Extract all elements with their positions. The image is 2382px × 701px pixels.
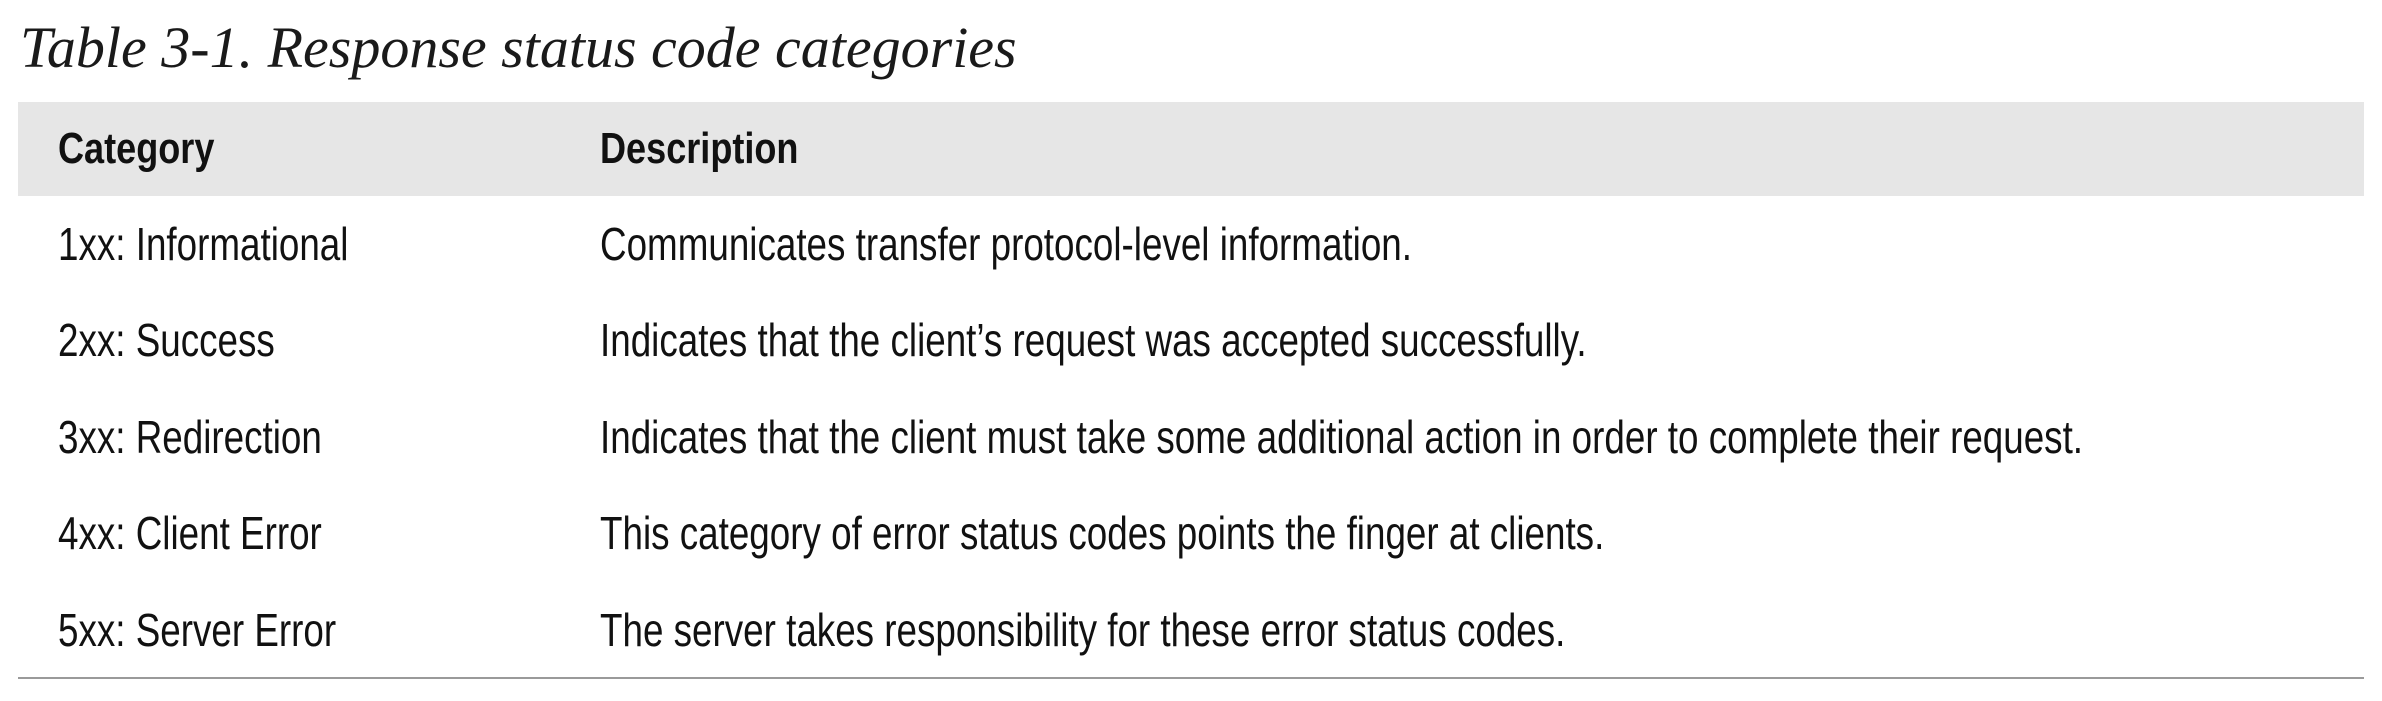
table-row: 3xx: Redirection Indicates that the clie… bbox=[18, 389, 2364, 485]
description-cell: The server takes responsibility for thes… bbox=[600, 603, 1566, 656]
header-description: Description bbox=[600, 124, 799, 173]
category-cell: 2xx: Success bbox=[58, 314, 275, 367]
description-cell: This category of error status codes poin… bbox=[600, 507, 1605, 560]
table-header-row: Category Description bbox=[18, 102, 2364, 196]
document-page: Table 3-1. Response status code categori… bbox=[0, 0, 2382, 701]
table-row: 5xx: Server Error The server takes respo… bbox=[18, 582, 2364, 678]
table-caption: Table 3-1. Response status code categori… bbox=[20, 15, 1017, 80]
category-cell: 4xx: Client Error bbox=[58, 507, 322, 560]
status-code-table: Category Description 1xx: Informational … bbox=[18, 102, 2364, 678]
header-category: Category bbox=[58, 124, 215, 173]
description-cell: Communicates transfer protocol-level inf… bbox=[600, 218, 1412, 270]
category-cell: 5xx: Server Error bbox=[58, 603, 337, 656]
category-cell: 1xx: Informational bbox=[58, 218, 349, 270]
table-row: 2xx: Success Indicates that the client’s… bbox=[18, 292, 2364, 388]
table-row: 4xx: Client Error This category of error… bbox=[18, 485, 2364, 581]
table-row: 1xx: Informational Communicates transfer… bbox=[18, 196, 2364, 292]
table-bottom-rule bbox=[18, 677, 2364, 679]
category-cell: 3xx: Redirection bbox=[58, 410, 322, 463]
description-cell: Indicates that the client must take some… bbox=[600, 410, 2084, 463]
description-cell: Indicates that the client’s request was … bbox=[600, 314, 1587, 367]
